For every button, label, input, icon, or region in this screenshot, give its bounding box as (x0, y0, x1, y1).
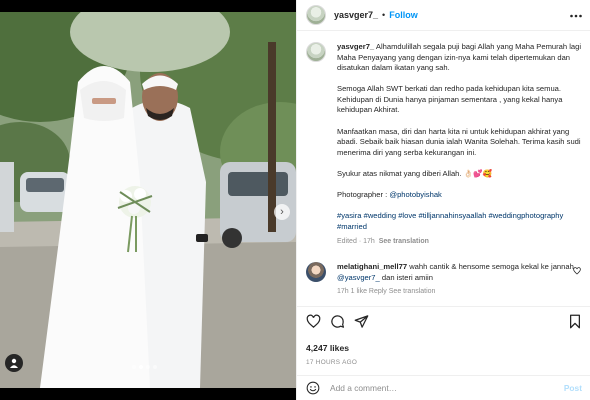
heart-outline-icon[interactable] (573, 267, 581, 277)
photographer-label: Photographer : (337, 189, 388, 199)
caption-paragraph-4: Syukur atas nikmat yang diberi Allah. 👌🏻… (337, 168, 492, 178)
caption-paragraph-2: Semoga Allah SWT berkati dan redho pada … (337, 84, 563, 115)
post-actions: 4,247 likes 17 HOURS AGO (297, 306, 590, 366)
carousel-dot (153, 365, 157, 369)
edited-label: Edited (337, 237, 357, 245)
comment-mention[interactable]: @yasvger7_ (337, 273, 380, 282)
post-header: yasvger7_ • Follow (297, 0, 590, 31)
add-comment-bar: Post (297, 375, 590, 400)
photographer-link[interactable]: @photobyishak (389, 190, 441, 199)
comment-username[interactable]: melatighani_mell77 (337, 262, 407, 271)
comment-bubble-icon[interactable] (330, 314, 345, 334)
post-detail-panel: yasvger7_ • Follow yasvger7_ Alhamdulill… (296, 0, 590, 400)
caption-username[interactable]: yasvger7_ (337, 42, 374, 51)
avatar[interactable] (306, 5, 326, 25)
more-horizontal-icon[interactable] (570, 9, 582, 21)
carousel-dots (132, 365, 157, 369)
wedding-photo[interactable]: › (0, 12, 296, 388)
post-comment-button[interactable]: Post (564, 383, 582, 393)
comment-text-end: dan isteri amiin (381, 272, 433, 282)
caption-body: yasvger7_ Alhamdulillah segala puji bagi… (337, 42, 582, 247)
header-separator: • (382, 10, 386, 20)
bookmark-icon[interactable] (568, 314, 582, 334)
comments-list[interactable]: yasvger7_ Alhamdulillah segala puji bagi… (297, 32, 590, 302)
carousel-dot-active (139, 365, 143, 369)
comment-meta[interactable]: 17h 1 like Reply See translation (337, 287, 577, 298)
follow-button[interactable]: Follow (389, 10, 418, 20)
caption-avatar[interactable] (306, 42, 326, 62)
action-icons (306, 314, 582, 334)
comment-item: melatighani_mell77 wahh cantik & hensome… (306, 262, 582, 297)
photo-illustration (0, 12, 296, 388)
caption-paragraph-1: Alhamdulillah segala puji bagi Allah yan… (337, 42, 582, 73)
caption-time[interactable]: 17h (363, 238, 375, 245)
carousel-dot (132, 365, 136, 369)
caption: yasvger7_ Alhamdulillah segala puji bagi… (306, 42, 582, 247)
comment-input[interactable] (330, 383, 564, 393)
likes-count[interactable]: 4,247 likes (306, 343, 582, 353)
meta-separator: · (358, 237, 362, 245)
tagged-users-button[interactable] (5, 354, 23, 372)
post-photo-pane[interactable]: › (0, 0, 296, 400)
see-translation-link[interactable]: See translation (379, 238, 429, 245)
caption-hashtags[interactable]: #yasira #wedding #love #tilljannahinsyaa… (337, 211, 582, 232)
like-heart-icon[interactable] (306, 314, 321, 334)
comment-avatar[interactable] (306, 262, 326, 283)
header-username[interactable]: yasvger7_ (334, 10, 378, 20)
emoji-icon[interactable] (306, 381, 320, 395)
next-slide-button[interactable]: › (274, 204, 290, 220)
post-time-ago[interactable]: 17 HOURS AGO (306, 359, 582, 366)
carousel-dot (146, 365, 150, 369)
caption-paragraph-3: Manfaatkan masa, diri dan harta kita ni … (337, 126, 581, 157)
comment-text: wahh cantik & hensome semoga kekal ke ja… (409, 262, 574, 272)
caption-meta: Edited · 17h See translation (337, 237, 582, 248)
share-paper-plane-icon[interactable] (354, 314, 369, 334)
user-icon (10, 358, 18, 368)
comment-body: melatighani_mell77 wahh cantik & hensome… (337, 262, 577, 297)
